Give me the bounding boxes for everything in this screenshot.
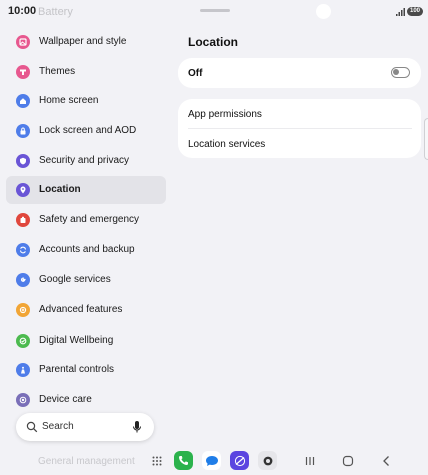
sidebar-item-label: Wallpaper and style [39,36,127,47]
signal-icon [396,8,405,16]
home-button[interactable] [342,455,354,467]
sidebar-item-wellbeing[interactable]: Digital Wellbeing [6,327,166,355]
battery-icon: 100 [407,7,423,16]
row-app-permissions[interactable]: App permissions [178,99,421,128]
sidebar-item-wallpaper[interactable]: Wallpaper and style [6,28,166,56]
sidebar-item-general-management[interactable]: General management [38,456,135,467]
location-options-card: App permissions Location services [178,99,421,158]
sidebar-item-label: Security and privacy [39,155,130,166]
sidebar-item-label: Accounts and backup [39,244,135,255]
row-label: Location services [188,139,266,150]
wellbeing-icon [16,334,30,348]
apps-grid-icon[interactable] [152,456,162,466]
recent-apps-button[interactable] [304,455,316,467]
sidebar-item-themes[interactable]: Themes [6,58,166,86]
back-button[interactable] [381,455,393,467]
sidebar-item-label: Parental controls [39,364,115,375]
toggle-knob [393,69,399,75]
sidebar-item-google[interactable]: Google services [6,266,166,294]
sidebar-item-battery[interactable]: Battery [38,6,73,18]
home-icon [16,94,30,108]
sidebar-item-label: Device care [39,394,92,405]
page-title: Location [188,35,238,49]
sidebar-item-label: Google services [39,274,111,285]
sidebar-item-home-screen[interactable]: Home screen [6,87,166,115]
row-label: App permissions [188,109,262,120]
settings-sidebar: Battery Wallpaper and style Themes Home … [0,0,172,475]
location-toggle[interactable] [391,67,410,78]
sidebar-item-device-care[interactable]: Device care [6,386,166,414]
sidebar-item-safety[interactable]: Safety and emergency [6,206,166,234]
sync-icon [16,243,30,257]
sidebar-item-label: Advanced features [39,304,123,315]
switch-state-label: Off [188,68,203,79]
wallpaper-icon [16,35,30,49]
lock-icon [16,124,30,138]
search-icon [26,421,38,433]
row-location-services[interactable]: Location services [178,129,421,158]
device-care-icon [16,393,30,407]
search-bar[interactable]: Search [16,413,154,441]
themes-icon [16,65,30,79]
internet-app-icon[interactable] [230,451,249,470]
camera-app-icon[interactable] [258,451,277,470]
sidebar-item-label: Location [39,184,81,195]
sidebar-item-label: Home screen [39,95,99,106]
parental-icon [16,363,30,377]
search-input[interactable]: Search [42,421,74,432]
sidebar-item-label: Digital Wellbeing [39,335,114,346]
shield-icon [16,154,30,168]
drag-handle[interactable] [200,9,230,12]
sidebar-item-lock-screen[interactable]: Lock screen and AOD [6,117,166,145]
sidebar-item-parental[interactable]: Parental controls [6,356,166,384]
sidebar-item-label: Safety and emergency [39,214,140,225]
google-icon [16,273,30,287]
sidebar-item-label: Lock screen and AOD [39,125,137,136]
gear-plus-icon [16,303,30,317]
messages-app-icon[interactable] [202,451,221,470]
camera-cutout [316,4,331,19]
sidebar-item-label: Themes [39,66,76,77]
sidebar-item-accounts[interactable]: Accounts and backup [6,236,166,264]
emergency-icon [16,213,30,227]
microphone-icon[interactable] [132,420,142,434]
location-pin-icon [16,183,30,197]
sidebar-item-security[interactable]: Security and privacy [6,147,166,175]
sidebar-item-advanced[interactable]: Advanced features [6,296,166,324]
edge-panel-handle[interactable] [424,118,428,160]
location-master-switch[interactable]: Off [178,58,421,88]
sidebar-item-location[interactable]: Location [6,176,166,204]
phone-app-icon[interactable] [174,451,193,470]
